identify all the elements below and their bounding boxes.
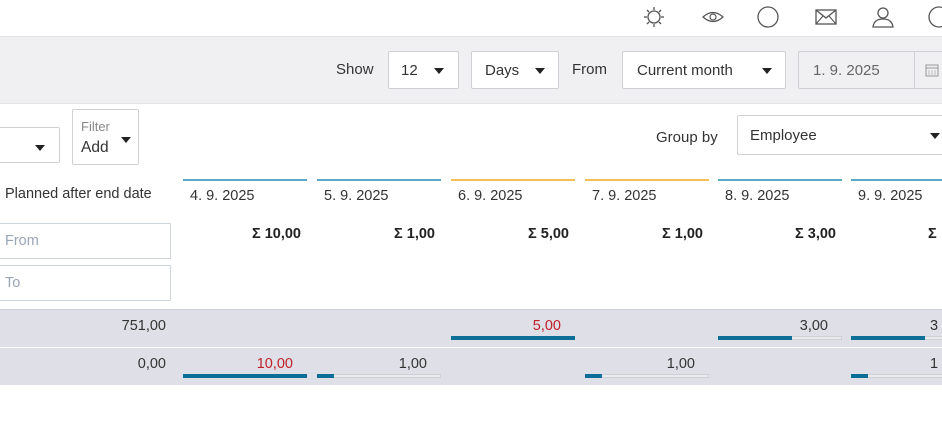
column-date[interactable]: 8. 9. 2025 bbox=[725, 188, 790, 204]
capacity-bar-track bbox=[585, 374, 709, 378]
start-date-field[interactable]: 1. 9. 2025 bbox=[798, 51, 942, 89]
user-icon[interactable] bbox=[870, 4, 896, 30]
eye-icon[interactable] bbox=[700, 4, 726, 30]
column-accent-line bbox=[585, 179, 709, 181]
count-select[interactable]: 12 bbox=[388, 51, 459, 89]
column-date[interactable]: 5. 9. 2025 bbox=[324, 188, 389, 204]
cell-value[interactable]: 1,00 bbox=[317, 356, 427, 372]
cell-value[interactable]: 3 bbox=[930, 318, 942, 334]
column-date[interactable]: 4. 9. 2025 bbox=[190, 188, 255, 204]
from-input[interactable]: From bbox=[0, 223, 171, 259]
circle-icon[interactable] bbox=[755, 4, 781, 30]
column-date[interactable]: 6. 9. 2025 bbox=[458, 188, 523, 204]
capacity-bar bbox=[585, 374, 602, 378]
to-input[interactable]: To bbox=[0, 265, 171, 301]
column-sum: Σ 10,00 bbox=[251, 226, 301, 242]
cell-value[interactable]: 5,00 bbox=[451, 318, 561, 334]
cell-value[interactable]: 1 bbox=[930, 356, 942, 372]
row-total: 751,00 bbox=[121, 318, 166, 334]
column-accent-line bbox=[718, 179, 842, 181]
capacity-bar bbox=[451, 336, 575, 340]
column-accent-line bbox=[183, 179, 307, 181]
capacity-bar bbox=[851, 374, 868, 378]
circle-icon[interactable] bbox=[926, 4, 942, 30]
divider bbox=[914, 52, 915, 88]
group-by-value: Employee bbox=[750, 126, 817, 144]
capacity-bar bbox=[718, 336, 792, 340]
from-value: Current month bbox=[637, 61, 733, 79]
group-by-select[interactable]: Employee bbox=[737, 115, 942, 155]
column-sum: Σ 1,00 bbox=[662, 226, 703, 242]
group-by-label: Group by bbox=[656, 129, 718, 146]
column-date[interactable]: 7. 9. 2025 bbox=[592, 188, 657, 204]
chevron-down-icon bbox=[535, 68, 545, 74]
filter-label: Filter bbox=[81, 119, 110, 134]
show-label: Show bbox=[336, 61, 374, 78]
start-date-value: 1. 9. 2025 bbox=[813, 61, 880, 79]
chevron-down-icon bbox=[930, 133, 940, 139]
row-total: 0,00 bbox=[137, 356, 166, 372]
column-accent-line bbox=[851, 179, 942, 181]
add-label: Add bbox=[81, 139, 109, 156]
column-sum: Σ 1,00 bbox=[394, 226, 435, 242]
filter-row: Filter Add Group by Employee bbox=[0, 104, 942, 174]
chevron-down-icon bbox=[434, 68, 444, 74]
count-value: 12 bbox=[401, 61, 418, 79]
column-sum: Σ 3,00 bbox=[795, 226, 836, 242]
column-accent-line bbox=[317, 179, 441, 181]
capacity-bar bbox=[317, 374, 334, 378]
column-sum: Σ 5,00 bbox=[528, 226, 569, 242]
from-label: From bbox=[572, 61, 607, 78]
settings-icon[interactable] bbox=[641, 4, 667, 30]
unit-select[interactable]: Days bbox=[471, 51, 559, 89]
column-sum: Σ bbox=[928, 226, 937, 242]
capacity-bar bbox=[183, 374, 307, 378]
chevron-down-icon bbox=[121, 137, 131, 143]
capacity-bar-track bbox=[317, 374, 441, 378]
chevron-down-icon bbox=[35, 145, 45, 151]
mail-icon[interactable] bbox=[813, 4, 839, 30]
cell-value[interactable]: 10,00 bbox=[183, 356, 293, 372]
unit-value: Days bbox=[485, 61, 520, 79]
column-accent-line bbox=[451, 179, 575, 181]
top-icon-bar bbox=[0, 0, 942, 37]
cell-value[interactable]: 3,00 bbox=[718, 318, 828, 334]
planned-after-end-date-header: Planned after end date bbox=[5, 186, 152, 202]
column-date[interactable]: 9. 9. 2025 bbox=[858, 188, 923, 204]
add-filter-button[interactable]: Filter Add bbox=[72, 109, 139, 165]
from-select[interactable]: Current month bbox=[622, 51, 786, 89]
calendar-icon[interactable] bbox=[925, 63, 939, 77]
cell-value[interactable]: 1,00 bbox=[585, 356, 695, 372]
capacity-bar bbox=[851, 336, 925, 340]
filter-select[interactable] bbox=[0, 127, 60, 163]
toolbar: Show 12 Days From Current month 1. 9. 20… bbox=[0, 37, 942, 104]
chevron-down-icon bbox=[762, 68, 772, 74]
